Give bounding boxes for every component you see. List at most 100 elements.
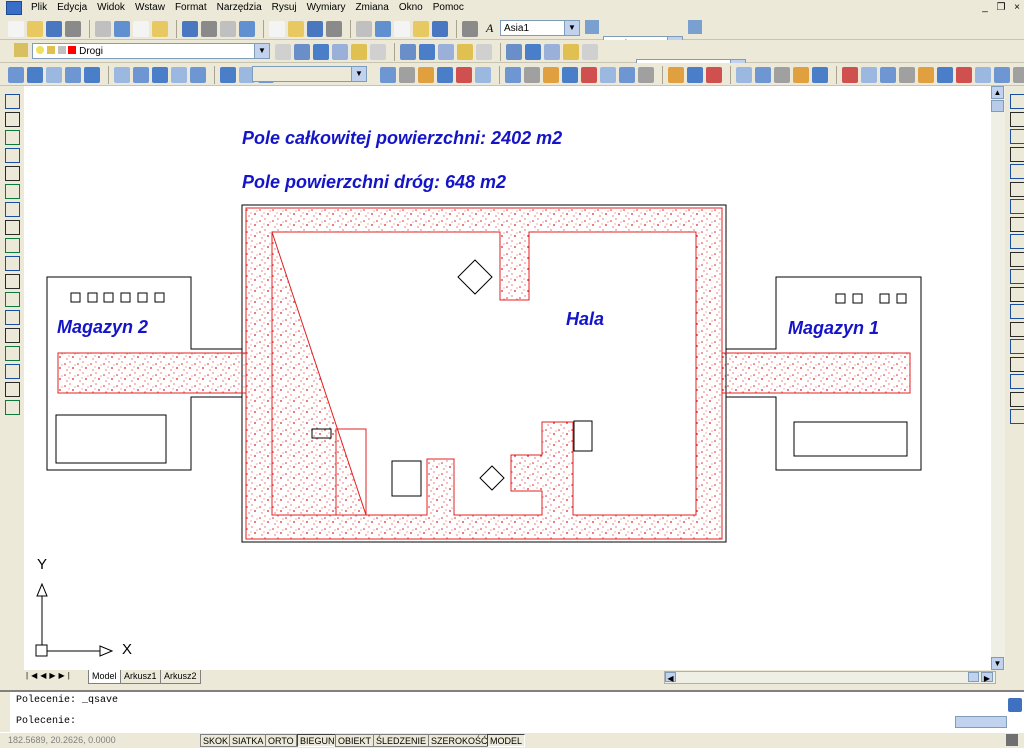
toolbar-button-icon[interactable] xyxy=(456,67,472,83)
toolbar-button-icon[interactable] xyxy=(394,21,410,37)
toolbar-button-icon[interactable] xyxy=(918,67,934,83)
toolbar-button-icon[interactable] xyxy=(332,44,348,60)
drawing-canvas[interactable]: Pole całkowitej powierzchni: 2402 m2 Pol… xyxy=(24,86,991,670)
toolbar-button-icon[interactable] xyxy=(475,67,491,83)
menu-item[interactable]: Wstaw xyxy=(130,0,170,16)
toolbar-button-icon[interactable] xyxy=(95,21,111,37)
toolbar-button-icon[interactable] xyxy=(190,67,206,83)
status-toggle-6[interactable]: SZEROKOŚĆ xyxy=(428,734,491,747)
scroll-left-icon[interactable]: ◀ xyxy=(665,672,676,683)
toolbar-button-icon[interactable] xyxy=(582,44,598,60)
tool-button-icon[interactable] xyxy=(5,202,20,217)
tab-arkusz2[interactable]: Arkusz2 xyxy=(160,670,201,684)
menu-item[interactable]: Okno xyxy=(394,0,428,16)
menu-item[interactable]: Wymiary xyxy=(302,0,351,16)
toolbar-button-icon[interactable] xyxy=(638,67,654,83)
menu-item[interactable]: Narzędzia xyxy=(212,0,267,16)
tab-model[interactable]: Model xyxy=(88,670,121,684)
toolbar-button-icon[interactable] xyxy=(152,67,168,83)
toolbar-button-icon[interactable] xyxy=(65,67,81,83)
toolbar-button-icon[interactable] xyxy=(27,21,43,37)
toolbar-button-icon[interactable] xyxy=(600,67,616,83)
toolbar-button-icon[interactable] xyxy=(956,67,972,83)
toolbar-button-icon[interactable] xyxy=(356,21,372,37)
tool-button-icon[interactable] xyxy=(1010,146,1024,162)
tool-button-icon[interactable] xyxy=(1010,129,1024,144)
toolbar-button-icon[interactable] xyxy=(269,21,285,37)
toolbar-button-icon[interactable] xyxy=(8,21,24,37)
tool-button-icon[interactable] xyxy=(5,256,20,271)
status-toggle-2[interactable]: ORTO xyxy=(265,734,297,747)
tool-button-icon[interactable] xyxy=(5,310,20,325)
toolbar-button-icon[interactable] xyxy=(201,21,217,37)
menu-item[interactable]: Zmiana xyxy=(350,0,393,16)
toolbar-button-icon[interactable] xyxy=(171,67,187,83)
toolbar-button-icon[interactable] xyxy=(220,67,236,83)
toolbar-button-icon[interactable] xyxy=(288,21,304,37)
toolbar-button-icon[interactable] xyxy=(880,67,896,83)
toolbar-button-icon[interactable] xyxy=(375,21,391,37)
toolbar-button-icon[interactable] xyxy=(687,67,703,83)
toolbar-button-icon[interactable] xyxy=(706,67,722,83)
menu-item[interactable]: Widok xyxy=(92,0,130,16)
tool-button-icon[interactable] xyxy=(1010,409,1024,424)
tool-button-icon[interactable] xyxy=(5,382,20,397)
tool-button-icon[interactable] xyxy=(1010,234,1024,249)
tool-button-icon[interactable] xyxy=(1010,251,1024,267)
vertical-scrollbar[interactable]: ▲ ▼ xyxy=(991,86,1005,670)
tool-button-icon[interactable] xyxy=(5,364,20,379)
scroll-thumb-h[interactable] xyxy=(968,672,979,682)
toolbar-button-icon[interactable] xyxy=(133,21,149,37)
status-toggle-0[interactable]: SKOK xyxy=(200,734,232,747)
status-toggle-3[interactable]: BIEGUN xyxy=(297,734,338,747)
toolbar-button-icon[interactable] xyxy=(842,67,858,83)
tool-button-icon[interactable] xyxy=(5,112,20,127)
toolbar-button-icon[interactable] xyxy=(812,67,828,83)
globe-icon[interactable] xyxy=(1008,698,1022,712)
layer-select[interactable]: Drogi ▼ xyxy=(32,43,270,59)
toolbar-button-icon[interactable] xyxy=(899,67,915,83)
toolbar-button-icon[interactable] xyxy=(114,21,130,37)
toolbar-button-icon[interactable] xyxy=(133,67,149,83)
tab-nav-arrows[interactable]: |◀◀▶▶| xyxy=(26,671,73,680)
status-toggle-4[interactable]: OBIEKT xyxy=(335,734,375,747)
tool-button-icon[interactable] xyxy=(5,238,20,253)
tool-button-icon[interactable] xyxy=(5,184,20,199)
tray-settings-icon[interactable] xyxy=(1006,734,1018,746)
toolbar-button-icon[interactable] xyxy=(581,67,597,83)
command-grip[interactable] xyxy=(0,692,10,732)
toolbar-button-icon[interactable] xyxy=(619,67,635,83)
tool-button-icon[interactable] xyxy=(5,274,20,289)
toolbar-button-icon[interactable] xyxy=(524,67,540,83)
toolbar-button-icon[interactable] xyxy=(413,21,429,37)
tool-button-icon[interactable] xyxy=(5,166,20,181)
toolbar-button-icon[interactable] xyxy=(525,44,541,60)
toolbar-button-icon[interactable] xyxy=(793,67,809,83)
command-scrollbar[interactable] xyxy=(955,716,1007,728)
toolbar-button-icon[interactable] xyxy=(755,67,771,83)
scroll-down-icon[interactable]: ▼ xyxy=(991,657,1004,670)
scroll-thumb[interactable] xyxy=(991,100,1004,112)
toolbar-button-icon[interactable] xyxy=(774,67,790,83)
toolbar-button-icon[interactable] xyxy=(438,44,454,60)
toolbar-button-icon[interactable] xyxy=(462,21,478,37)
toolbar-button-icon[interactable] xyxy=(399,67,415,83)
status-toggle-1[interactable]: SIATKA xyxy=(229,734,267,747)
toolbar-button-icon[interactable] xyxy=(326,21,342,37)
status-toggle-5[interactable]: ŚLEDZENIE xyxy=(373,734,430,747)
toolbar-button-icon[interactable] xyxy=(505,67,521,83)
tool-button-icon[interactable] xyxy=(1010,111,1024,127)
toolbar-button-icon[interactable] xyxy=(506,44,522,60)
toolbar-button-icon[interactable] xyxy=(736,67,752,83)
command-window[interactable]: Polecenie: _qsave Polecenie: xyxy=(0,690,1024,734)
toolbar-button-icon[interactable] xyxy=(380,67,396,83)
horizontal-scrollbar[interactable]: ◀ ▶ xyxy=(664,671,996,684)
toolbar-button-icon[interactable] xyxy=(220,21,236,37)
toolbar-button-icon[interactable] xyxy=(114,67,130,83)
toolbar-button-icon[interactable] xyxy=(457,44,473,60)
text-style-select[interactable]: Asia1 ▼ xyxy=(500,20,580,36)
command-prompt[interactable]: Polecenie: xyxy=(16,716,76,727)
toolbar-button-icon[interactable] xyxy=(562,67,578,83)
toolbar-button-icon[interactable] xyxy=(275,44,291,60)
tool-button-icon[interactable] xyxy=(1010,269,1024,284)
